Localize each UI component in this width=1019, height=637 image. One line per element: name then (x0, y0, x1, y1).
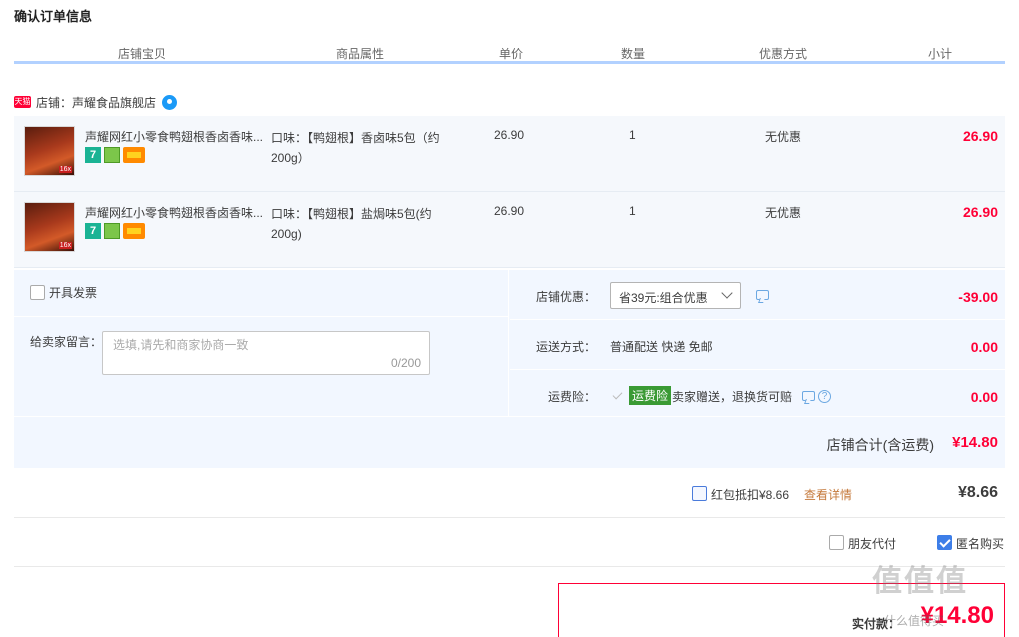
shipping-amount: 0.00 (970, 339, 998, 355)
red-packet-details-link[interactable]: 查看详情 (804, 486, 852, 503)
page-title: 确认订单信息 (14, 9, 93, 24)
invoice-option[interactable]: 开具发票 (30, 284, 97, 301)
shipping-row: 运送方式： 普通配送 快递 免邮 0.00 (510, 320, 1005, 370)
red-packet-checkbox[interactable] (692, 486, 707, 501)
help-icon[interactable]: ? (818, 390, 831, 403)
chevron-down-icon (721, 287, 733, 299)
message-box[interactable]: 0/200 (102, 331, 430, 375)
unit-price: 26.90 (494, 128, 525, 142)
product-title[interactable]: 声耀网红小零食鸭翅根香卤香味... (85, 128, 269, 145)
column-header-subtotal: 小计 (927, 47, 952, 61)
payment-options-row: 朋友代付 匿名购买 (14, 519, 1005, 567)
shop-total-row: 店铺合计(含运费) ¥14.80 (14, 416, 1005, 468)
product-thumbnail[interactable] (24, 126, 75, 176)
column-header: 店铺宝贝 商品属性 单价 数量 优惠方式 小计 (14, 40, 1005, 64)
product-attribute: 口味：【鸭翅根】香卤味5包（约200g） (271, 131, 440, 165)
credit-card-icon[interactable] (123, 147, 145, 163)
insurance-row: 运费险： 运费险 卖家赠送，退换货可赔 ? 0.00 (510, 370, 1005, 420)
shop-discount-selected: 省39元:组合优惠 (619, 291, 708, 305)
watermark-site: 什么值得买 (884, 614, 945, 628)
guarantee-icon[interactable] (104, 223, 120, 239)
product-attribute: 口味：【鸭翅根】盐焗味5包(约200g) (271, 207, 432, 241)
friend-pay-label: 朋友代付 (848, 537, 897, 551)
red-packet-label: 红包抵扣¥8.66 (711, 488, 790, 502)
comment-icon[interactable] (802, 391, 815, 401)
tmall-icon: 天猫 (14, 96, 31, 108)
red-packet-amount: ¥8.66 (957, 484, 998, 501)
service-badges: 7 (85, 147, 145, 163)
unit-price: 26.90 (494, 204, 525, 218)
invoice-checkbox[interactable] (30, 285, 45, 300)
seven-day-return-icon[interactable]: 7 (85, 223, 101, 239)
shipping-method: 普通配送 快递 免邮 (610, 340, 713, 354)
message-char-count: 0/200 (390, 356, 421, 370)
item-subtotal: 26.90 (962, 204, 998, 220)
shop-discount-row: 店铺优惠： 省39元:组合优惠 -39.00 (510, 270, 1005, 320)
red-packet-row: 红包抵扣¥8.66 查看详情 ¥8.66 (14, 470, 1005, 518)
shipping-label: 运送方式： (535, 340, 596, 354)
anonymous-label: 匿名购买 (956, 537, 1005, 551)
insurance-tag: 运费险 (629, 386, 672, 405)
right-panel: 店铺优惠： 省39元:组合优惠 -39.00 运送方式： 普通配送 快递 免邮 … (510, 270, 1005, 416)
shop-total-amount: ¥14.80 (952, 434, 998, 451)
insurance-text: 卖家赠送，退换货可赔 (672, 390, 793, 404)
insurance-amount: 0.00 (970, 389, 998, 405)
product-thumbnail[interactable] (24, 202, 75, 252)
invoice-label: 开具发票 (49, 286, 98, 300)
order-extra-panel: 开具发票 给卖家留言： 0/200 店铺优惠： 省39元:组合优惠 -39.00… (14, 270, 1005, 468)
anonymous-checkbox[interactable] (937, 535, 952, 550)
message-label: 给卖家留言： (30, 335, 103, 349)
shop-discount-label: 店铺优惠： (535, 290, 596, 304)
quantity: 1 (629, 204, 636, 218)
item-subtotal: 26.90 (962, 128, 998, 144)
shop-name[interactable]: 店铺：声耀食品旗舰店 (36, 94, 156, 111)
left-panel: 开具发票 给卖家留言： 0/200 (14, 270, 509, 416)
promo-method: 无优惠 (765, 206, 802, 220)
wangwang-chat-icon[interactable] (162, 94, 178, 110)
quantity: 1 (629, 128, 636, 142)
seven-day-return-icon[interactable]: 7 (85, 147, 101, 163)
friend-pay-checkbox[interactable] (829, 535, 844, 550)
watermark-logo: 值值值 (872, 565, 968, 598)
divider (14, 316, 509, 317)
column-header-price: 单价 (498, 47, 523, 61)
product-title[interactable]: 声耀网红小零食鸭翅根香卤香味... (85, 204, 269, 221)
guarantee-icon[interactable] (104, 147, 120, 163)
shop-discount-select[interactable]: 省39元:组合优惠 (610, 282, 741, 309)
column-header-attr: 商品属性 (335, 47, 384, 61)
column-header-promo: 优惠方式 (758, 47, 807, 61)
insurance-check-icon (612, 390, 623, 401)
order-item-row: 声耀网红小零食鸭翅根香卤香味... 7 口味：【鸭翅根】香卤味5包（约200g）… (14, 116, 1005, 192)
column-header-item: 店铺宝贝 (117, 47, 166, 61)
order-item-row: 声耀网红小零食鸭翅根香卤香味... 7 口味：【鸭翅根】盐焗味5包(约200g)… (14, 192, 1005, 268)
shop-discount-amount: -39.00 (958, 289, 998, 305)
comment-icon[interactable] (756, 290, 769, 300)
promo-method: 无优惠 (765, 130, 802, 144)
message-input[interactable] (113, 338, 413, 352)
credit-card-icon[interactable] (123, 223, 145, 239)
column-header-qty: 数量 (620, 47, 645, 61)
shop-row: 天猫 店铺：声耀食品旗舰店 (14, 94, 178, 111)
shop-total-label: 店铺合计(含运费) (826, 437, 934, 453)
service-badges: 7 (85, 223, 145, 239)
insurance-label: 运费险： (547, 390, 596, 404)
